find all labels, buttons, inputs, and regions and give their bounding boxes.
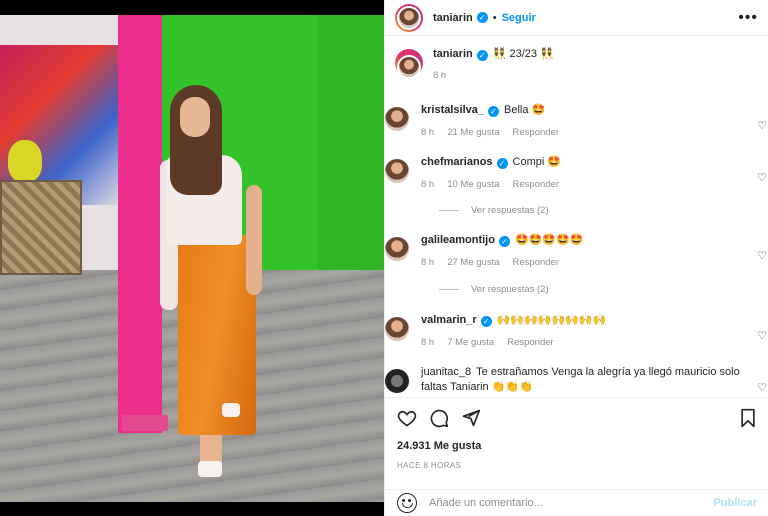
verified-badge-icon: ✓ — [476, 50, 488, 61]
comment-meta: 8 h 27 Me gusta Responder — [421, 255, 768, 270]
caption-time: 8 h — [433, 70, 447, 81]
author-avatar-ring[interactable] — [395, 3, 423, 32]
shoe — [198, 461, 222, 477]
photo-scene — [0, 15, 384, 502]
commenter-avatar[interactable] — [385, 159, 409, 183]
comment-likes[interactable]: 21 Me gusta — [447, 125, 499, 140]
reply-button[interactable]: Responder — [513, 255, 559, 270]
comment-likes[interactable]: 27 Me gusta — [447, 255, 499, 270]
post-actions: 24.931 Me gusta HACE 8 HORAS — [385, 397, 768, 470]
comment-heart-icon[interactable]: ♡ — [757, 119, 767, 132]
verified-badge-icon: ✓ — [476, 12, 488, 23]
comment-input[interactable] — [429, 497, 714, 509]
action-icons — [397, 406, 759, 430]
emoji-icon[interactable] — [397, 493, 417, 513]
post-time: HACE 8 HORAS — [397, 461, 462, 470]
comment-body: chefmarianos ✓ Compi 🤩 8 h 10 Me gusta Res… — [421, 155, 768, 192]
comment-item: juanitac_8 Te estrañamos Venga la alegría… — [385, 365, 768, 395]
comment-time: 8 h — [421, 179, 435, 190]
comment-heart-icon[interactable]: ♡ — [757, 249, 767, 262]
comment-heart-icon[interactable]: ♡ — [757, 381, 767, 394]
author-username[interactable]: taniarin — [433, 12, 473, 24]
comment-body: juanitac_8 Te estrañamos Venga la alegría… — [421, 365, 768, 395]
caption-avatar-ring[interactable] — [395, 49, 423, 79]
comment-meta: 8 h 7 Me gusta Responder — [421, 335, 768, 350]
arm-right — [246, 185, 262, 295]
commenter-avatar[interactable] — [385, 237, 409, 261]
comment-time: 8 h — [421, 337, 435, 348]
comment-body: kristalsilva_ ✓ Bella 🤩 8 h 21 Me gusta Re… — [421, 103, 768, 140]
verified-badge-icon: ✓ — [498, 236, 510, 247]
comment-username[interactable]: kristalsilva_ — [421, 104, 484, 116]
view-replies-button[interactable]: Ver respuestas (2) — [439, 205, 549, 216]
comment-text: Compi 🤩 — [512, 156, 562, 168]
more-options-icon[interactable]: ••• — [738, 9, 758, 27]
post-panel: taniarin ✓ • Seguir ••• taniarin ✓ 👯 23/23… — [384, 0, 768, 516]
commenter-avatar[interactable] — [385, 317, 409, 341]
comment-body: galileamontijo ✓ 🤩🤩🤩🤩🤩 8 h 27 Me gusta Res… — [421, 233, 768, 270]
caption-meta: 8 h — [433, 68, 759, 83]
commenter-avatar[interactable] — [385, 107, 409, 131]
orange-skirt — [178, 235, 256, 435]
face — [180, 97, 210, 137]
reply-button[interactable]: Responder — [513, 125, 559, 140]
comment-meta: 8 h 10 Me gusta Responder — [421, 177, 768, 192]
comment-likes[interactable]: 7 Me gusta — [447, 335, 494, 350]
likes-count[interactable]: 24.931 Me gusta — [397, 440, 759, 452]
caption-text: 👯 23/23 👯 — [492, 48, 554, 60]
avatar — [397, 55, 421, 79]
caption-row: taniarin ✓ 👯 23/23 👯 8 h — [395, 47, 759, 83]
comment-item: galileamontijo ✓ 🤩🤩🤩🤩🤩 8 h 27 Me gusta Res… — [385, 233, 768, 270]
verified-badge-icon: ✓ — [496, 158, 508, 169]
view-replies-button[interactable]: Ver respuestas (2) — [439, 284, 549, 295]
comment-username[interactable]: juanitac_8 — [421, 366, 471, 378]
header-separator: • — [492, 11, 497, 24]
comment-item: kristalsilva_ ✓ Bella 🤩 8 h 21 Me gusta Re… — [385, 103, 768, 140]
comment-username[interactable]: galileamontijo — [421, 234, 495, 246]
woman-figure — [160, 85, 270, 485]
instagram-post-modal: taniarin ✓ • Seguir ••• taniarin ✓ 👯 23/23… — [0, 0, 768, 516]
comment-username[interactable]: valmarin_r — [421, 314, 477, 326]
view-replies-label: Ver respuestas (2) — [471, 205, 549, 216]
comment-username[interactable]: chefmarianos — [421, 156, 493, 168]
shoe — [222, 403, 240, 417]
comment-heart-icon[interactable]: ♡ — [757, 171, 767, 184]
comment-body: valmarin_r ✓ 🙌🙌🙌🙌🙌🙌🙌🙌 8 h 7 Me gusta Respo… — [421, 313, 768, 350]
comment-time: 8 h — [421, 127, 435, 138]
comment-item: valmarin_r ✓ 🙌🙌🙌🙌🙌🙌🙌🙌 8 h 7 Me gusta Respo… — [385, 313, 768, 350]
commenter-avatar[interactable] — [385, 369, 409, 393]
comment-icon[interactable] — [429, 408, 449, 428]
add-comment-bar: Publicar — [385, 489, 768, 516]
yellow-vase — [8, 140, 42, 182]
comment-text: Bella 🤩 — [504, 104, 546, 116]
comment-item: chefmarianos ✓ Compi 🤩 8 h 10 Me gusta Res… — [385, 155, 768, 192]
comment-likes[interactable]: 10 Me gusta — [447, 177, 499, 192]
carved-cabinet — [0, 180, 82, 275]
comment-meta: 8 h 21 Me gusta Responder — [421, 125, 768, 140]
verified-badge-icon: ✓ — [480, 316, 492, 327]
view-replies-label: Ver respuestas (2) — [471, 284, 549, 295]
pink-pillar — [118, 15, 162, 433]
heart-icon[interactable] — [397, 408, 417, 428]
comment-time: 8 h — [421, 257, 435, 268]
comment-heart-icon[interactable]: ♡ — [757, 329, 767, 342]
reply-button[interactable]: Responder — [507, 335, 553, 350]
avatar — [397, 5, 421, 30]
publish-button[interactable]: Publicar — [714, 497, 757, 509]
verified-badge-icon: ✓ — [488, 106, 499, 117]
reply-button[interactable]: Responder — [513, 177, 559, 192]
caption-username[interactable]: taniarin — [433, 48, 473, 60]
replies-line — [439, 210, 459, 211]
comments-list[interactable]: taniarin ✓ 👯 23/23 👯 8 h kristalsilva_ ✓ Bel… — [385, 41, 768, 397]
comment-text: 🙌🙌🙌🙌🙌🙌🙌🙌 — [496, 314, 607, 326]
post-header: taniarin ✓ • Seguir ••• — [385, 0, 768, 36]
share-icon[interactable] — [461, 408, 481, 428]
caption-body: taniarin ✓ 👯 23/23 👯 8 h — [433, 47, 759, 83]
post-photo[interactable] — [0, 0, 384, 516]
bookmark-icon[interactable] — [739, 408, 757, 428]
comment-text: 🤩🤩🤩🤩🤩 — [514, 234, 584, 246]
follow-button[interactable]: Seguir — [502, 12, 536, 24]
replies-line — [439, 289, 459, 290]
